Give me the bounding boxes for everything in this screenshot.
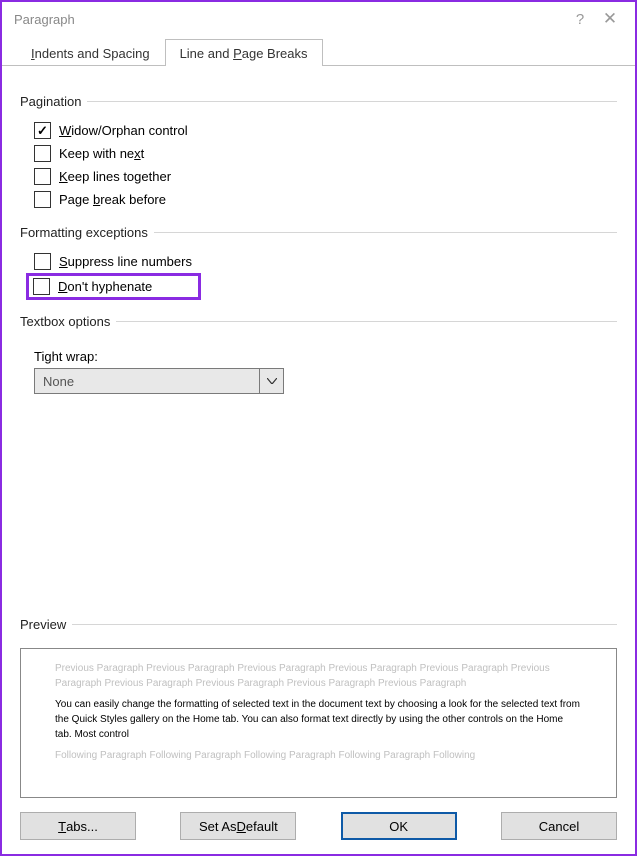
checkbox-icon: [34, 168, 51, 185]
preview-box: Previous Paragraph Previous Paragraph Pr…: [20, 648, 617, 798]
dialog-buttons: Tabs... Set As Default OK Cancel: [2, 798, 635, 854]
checkbox-label: Keep with next: [59, 146, 144, 161]
help-icon[interactable]: ?: [565, 11, 595, 28]
cancel-button[interactable]: Cancel: [501, 812, 617, 840]
divider: [87, 101, 617, 102]
dialog-title: Paragraph: [14, 12, 565, 27]
checkbox-page-break-before[interactable]: Page break before: [34, 191, 617, 208]
checkbox-widow-orphan[interactable]: Widow/Orphan control: [34, 122, 617, 139]
titlebar: Paragraph ? ✕: [2, 2, 635, 36]
checkbox-label: Don't hyphenate: [58, 279, 152, 294]
checkbox-keep-lines-together[interactable]: Keep lines together: [34, 168, 617, 185]
checkbox-icon: [34, 122, 51, 139]
tight-wrap-label: Tight wrap:: [34, 349, 617, 364]
section-preview-label: Preview: [20, 617, 66, 632]
checkbox-icon: [33, 278, 50, 295]
preview-following-text: Following Paragraph Following Paragraph …: [55, 748, 582, 763]
tabs-button[interactable]: Tabs...: [20, 812, 136, 840]
dialog-content: Pagination Widow/Orphan control Keep wit…: [2, 66, 635, 798]
close-icon[interactable]: ✕: [595, 9, 625, 29]
tight-wrap-value: None: [34, 368, 260, 394]
divider: [154, 232, 617, 233]
checkbox-label: Keep lines together: [59, 169, 171, 184]
section-pagination: Pagination: [20, 94, 617, 109]
checkbox-dont-hyphenate[interactable]: Don't hyphenate: [33, 278, 152, 295]
section-formatting-exceptions: Formatting exceptions: [20, 225, 617, 240]
checkbox-label: Widow/Orphan control: [59, 123, 188, 138]
ok-button[interactable]: OK: [341, 812, 457, 840]
section-formatting-label: Formatting exceptions: [20, 225, 148, 240]
checkbox-label: Page break before: [59, 192, 166, 207]
tab-indents-spacing[interactable]: Indents and Spacing: [16, 39, 165, 66]
set-as-default-button[interactable]: Set As Default: [180, 812, 296, 840]
preview-sample-text: You can easily change the formatting of …: [55, 697, 582, 742]
checkbox-icon: [34, 253, 51, 270]
section-textbox-label: Textbox options: [20, 314, 110, 329]
checkbox-suppress-line-numbers[interactable]: Suppress line numbers: [34, 253, 617, 270]
section-pagination-label: Pagination: [20, 94, 81, 109]
highlight-dont-hyphenate: Don't hyphenate: [20, 273, 617, 300]
divider: [72, 624, 617, 625]
tab-strip: Indents and Spacing Line and Page Breaks: [2, 36, 635, 66]
section-textbox-options: Textbox options: [20, 314, 617, 329]
chevron-down-icon[interactable]: [260, 368, 284, 394]
checkbox-label: Suppress line numbers: [59, 254, 192, 269]
paragraph-dialog: Paragraph ? ✕ Indents and Spacing Line a…: [0, 0, 637, 856]
checkbox-keep-with-next[interactable]: Keep with next: [34, 145, 617, 162]
checkbox-icon: [34, 145, 51, 162]
tight-wrap-select[interactable]: None: [34, 368, 617, 394]
preview-previous-text: Previous Paragraph Previous Paragraph Pr…: [55, 661, 582, 691]
divider: [116, 321, 617, 322]
tab-line-page-breaks[interactable]: Line and Page Breaks: [165, 39, 323, 66]
checkbox-icon: [34, 191, 51, 208]
section-preview: Preview: [20, 617, 617, 632]
